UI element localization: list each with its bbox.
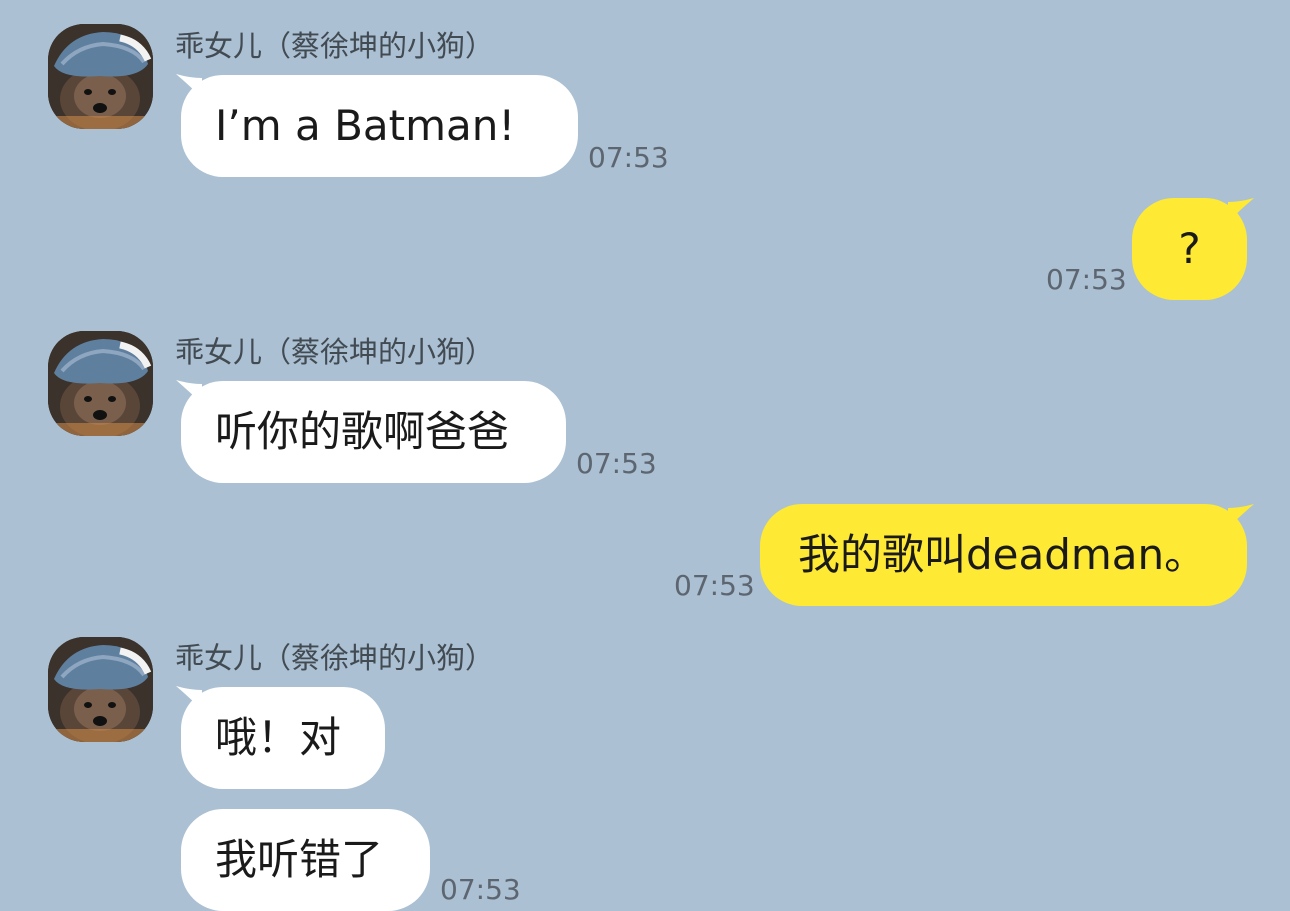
dog-avatar-icon xyxy=(48,24,153,129)
outgoing-message-bubble[interactable]: 我的歌叫deadman。 xyxy=(760,504,1247,606)
message-timestamp: 07:53 xyxy=(440,873,521,906)
dog-avatar-icon xyxy=(48,637,153,742)
message-timestamp: 07:53 xyxy=(1046,263,1127,296)
incoming-message-bubble[interactable]: 我听错了 xyxy=(181,809,430,911)
sender-avatar[interactable] xyxy=(48,24,153,129)
message-text: ? xyxy=(1178,224,1201,273)
message-text: I’m a Batman! xyxy=(215,101,516,150)
message-timestamp: 07:53 xyxy=(588,141,669,174)
message-timestamp: 07:53 xyxy=(576,447,657,480)
message-text: 我的歌叫deadman。 xyxy=(798,530,1207,579)
sender-avatar[interactable] xyxy=(48,637,153,742)
sender-name: 乖女儿（蔡徐坤的小狗） xyxy=(175,641,495,675)
message-text: 哦！对 xyxy=(215,713,342,762)
message-text: 听你的歌啊爸爸 xyxy=(215,407,510,456)
incoming-message-bubble[interactable]: 听你的歌啊爸爸 xyxy=(181,381,566,483)
outgoing-bubble-tail xyxy=(1228,198,1254,222)
sender-name: 乖女儿（蔡徐坤的小狗） xyxy=(175,335,495,369)
incoming-message-bubble[interactable]: 哦！对 xyxy=(181,687,385,789)
message-timestamp: 07:53 xyxy=(674,569,755,602)
incoming-message-bubble[interactable]: I’m a Batman! xyxy=(181,75,578,177)
sender-avatar[interactable] xyxy=(48,331,153,436)
sender-name: 乖女儿（蔡徐坤的小狗） xyxy=(175,29,495,63)
outgoing-bubble-tail xyxy=(1228,504,1254,528)
dog-avatar-icon xyxy=(48,331,153,436)
message-text: 我听错了 xyxy=(215,835,384,884)
